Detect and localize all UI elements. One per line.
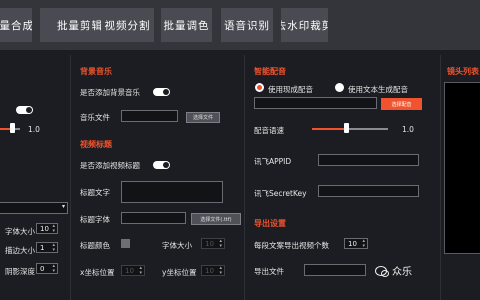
x-position-label: x坐标位置 (80, 268, 115, 277)
select-font-button[interactable]: 选择文件(.ttf) (191, 213, 241, 225)
y-position-stepper[interactable]: 10 ▴ ▾ (201, 265, 225, 276)
tab-batch-color[interactable]: 批量调色 (161, 8, 212, 42)
stroke-size-label: 描边大小 (5, 246, 35, 255)
x-position-stepper[interactable]: 10 ▴ ▾ (121, 265, 145, 276)
chat-bubble-icon (375, 266, 389, 277)
column-divider (440, 55, 441, 300)
use-generated-dub-radio[interactable] (335, 83, 344, 92)
tab-speech-recognition[interactable]: 语音识别 (221, 8, 273, 42)
chevron-down-icon: ▾ (62, 203, 66, 210)
add-title-label: 是否添加视频标题 (80, 161, 140, 170)
music-file-input[interactable] (121, 110, 178, 122)
title-font-size-stepper[interactable]: 10 ▴ ▾ (201, 238, 225, 249)
watermark-text: 众乐 (392, 267, 412, 278)
watermark: 众乐 (375, 263, 412, 278)
top-tab-bar: 批量合成 批量剪辑 视频分割 批量调色 语音识别 去水印裁剪 (0, 0, 480, 50)
tab-watermark-crop[interactable]: 去水印裁剪 (281, 8, 328, 42)
export-count-stepper[interactable]: 10 ▴ ▾ (344, 238, 368, 249)
export-count-label: 每段文案导出视频个数 (254, 241, 329, 250)
stroke-size-stepper[interactable]: 1 ▴ ▾ (36, 242, 58, 253)
add-bg-music-toggle[interactable] (153, 88, 170, 96)
export-file-input[interactable] (304, 264, 366, 276)
xunfei-secret-input[interactable] (318, 185, 419, 197)
use-existing-dub-label: 使用现成配音 (268, 85, 313, 94)
column-divider (70, 55, 71, 300)
xunfei-appid-label: 讯飞APPID (254, 157, 292, 166)
xunfei-secret-label: 讯飞SecretKey (254, 189, 307, 198)
export-settings-section-title: 导出设置 (254, 219, 286, 228)
title-text-label: 标题文字 (80, 188, 110, 197)
select-dub-button[interactable]: 选择配音 (381, 98, 422, 110)
music-file-label: 音乐文件 (80, 113, 110, 122)
title-text-input[interactable] (121, 181, 223, 203)
title-color-label: 标题颜色 (80, 241, 110, 250)
video-title-section-title: 视频标题 (80, 140, 112, 149)
xunfei-appid-input[interactable] (318, 154, 419, 166)
select-music-file-button[interactable]: 选择文件 (186, 112, 220, 123)
dub-speed-slider[interactable] (312, 128, 388, 130)
bg-music-section-title: 背景音乐 (80, 67, 112, 76)
dub-speed-value: 1.0 (402, 125, 414, 134)
dub-speed-slider-knob[interactable] (344, 123, 350, 133)
font-size-label: 字体大小 (5, 227, 35, 236)
y-position-label: y坐标位置 (162, 268, 197, 277)
smart-dub-section-title: 智能配音 (254, 67, 286, 76)
dub-speed-label: 配音语速 (254, 126, 284, 135)
title-font-input[interactable] (121, 212, 186, 224)
left-dropdown[interactable] (0, 202, 68, 214)
export-file-label: 导出文件 (254, 267, 284, 276)
left-slider-knob[interactable] (10, 123, 15, 133)
column-divider (244, 55, 245, 300)
lens-list[interactable] (444, 82, 480, 254)
left-toggle[interactable] (16, 106, 33, 114)
shadow-depth-label: 阴影深度 (5, 267, 35, 276)
title-font-label: 标题字体 (80, 215, 110, 224)
tab-batch-compose[interactable]: 批量合成 (0, 8, 32, 42)
add-bg-music-label: 是否添加背景音乐 (80, 88, 140, 97)
use-existing-dub-radio[interactable] (255, 83, 264, 92)
tab-video-split[interactable]: 视频分割 (101, 8, 154, 42)
title-color-swatch[interactable] (121, 239, 130, 248)
font-size-stepper[interactable]: 10 ▴ ▾ (36, 223, 58, 234)
add-title-toggle[interactable] (153, 161, 170, 169)
lens-list-section-title: 镜头列表 (447, 67, 479, 76)
shadow-depth-stepper[interactable]: 0 ▴ ▾ (36, 263, 58, 274)
use-generated-dub-label: 使用文本生成配音 (348, 85, 408, 94)
dub-file-input[interactable] (254, 97, 377, 109)
title-font-size-label: 字体大小 (162, 241, 192, 250)
left-slider-value: 1.0 (28, 125, 40, 134)
